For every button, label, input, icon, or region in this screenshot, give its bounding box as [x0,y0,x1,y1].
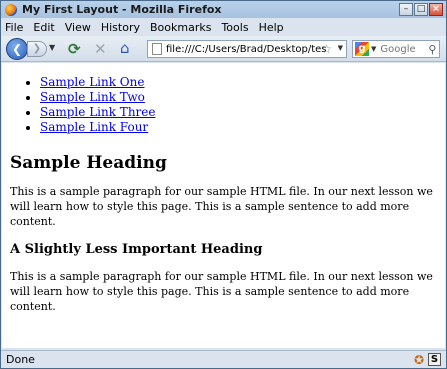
sample-link-two[interactable]: Sample Link Two [40,90,145,104]
back-icon: ❮ [11,42,23,56]
navigation-toolbar: ❮ ❯ ▼ ⟳ ✕ ⌂ file:///C:/Users/Brad/Deskto… [1,36,446,62]
title-bar: My First Layout - Mozilla Firefox – □ × [1,1,446,18]
window-controls: – □ × [399,3,443,16]
address-bar[interactable]: file:///C:/Users/Brad/Desktop/test.htm ☆… [147,40,347,58]
forward-button[interactable]: ❯ [27,41,47,57]
window-title: My First Layout - Mozilla Firefox [22,3,222,16]
home-icon[interactable]: ⌂ [120,40,130,56]
close-button[interactable]: × [429,3,443,16]
menu-edit[interactable]: Edit [33,21,54,34]
menu-view[interactable]: View [65,21,91,34]
page-content: Sample Link One Sample Link Two Sample L… [2,63,445,348]
menu-history[interactable]: History [101,21,140,34]
menu-file[interactable]: File [5,21,23,34]
menu-tools[interactable]: Tools [221,21,248,34]
history-dropdown-icon[interactable]: ▼ [49,43,55,52]
paragraph-two: This is a sample paragraph for our sampl… [10,270,433,313]
url-text[interactable]: file:///C:/Users/Brad/Desktop/test.htm [166,44,326,55]
list-item: Sample Link Two [40,90,437,105]
minimize-button[interactable]: – [399,3,413,16]
sample-link-three[interactable]: Sample Link Three [40,105,155,119]
reload-icon[interactable]: ⟳ [68,41,81,57]
status-text: Done [6,353,35,366]
firefox-icon [5,3,17,16]
paragraph-one: This is a sample paragraph for our sampl… [10,185,433,228]
browser-window: My First Layout - Mozilla Firefox – □ × … [0,0,447,369]
s-icon[interactable]: S [428,353,441,366]
menu-bookmarks[interactable]: Bookmarks [150,21,211,34]
forward-icon: ❯ [32,43,42,54]
menu-help[interactable]: Help [259,21,284,34]
status-bar: Done ✪ S [1,350,446,368]
list-item: Sample Link One [40,75,437,90]
page-subheading: A Slightly Less Important Heading [10,242,263,257]
search-bar[interactable]: g ▼ ⚲ [352,40,440,58]
search-engine-dropdown-icon[interactable]: ▼ [371,45,376,53]
page-icon [152,43,162,55]
addon-icon[interactable]: ✪ [414,353,424,367]
list-item: Sample Link Four [40,120,437,135]
list-item: Sample Link Three [40,105,437,120]
menu-bar: File Edit View History Bookmarks Tools H… [1,18,446,36]
url-dropdown-icon[interactable]: ▼ [338,44,343,52]
magnifier-icon[interactable]: ⚲ [428,43,436,56]
search-input[interactable] [380,43,427,55]
page-heading: Sample Heading [10,153,167,173]
sample-link-four[interactable]: Sample Link Four [40,120,148,134]
stop-icon[interactable]: ✕ [94,41,107,57]
star-icon[interactable]: ☆ [321,42,332,56]
google-icon[interactable]: g [355,42,369,56]
maximize-button[interactable]: □ [414,3,428,16]
back-button[interactable]: ❮ [6,38,28,60]
link-list: Sample Link One Sample Link Two Sample L… [40,75,437,135]
sample-link-one[interactable]: Sample Link One [40,75,144,89]
